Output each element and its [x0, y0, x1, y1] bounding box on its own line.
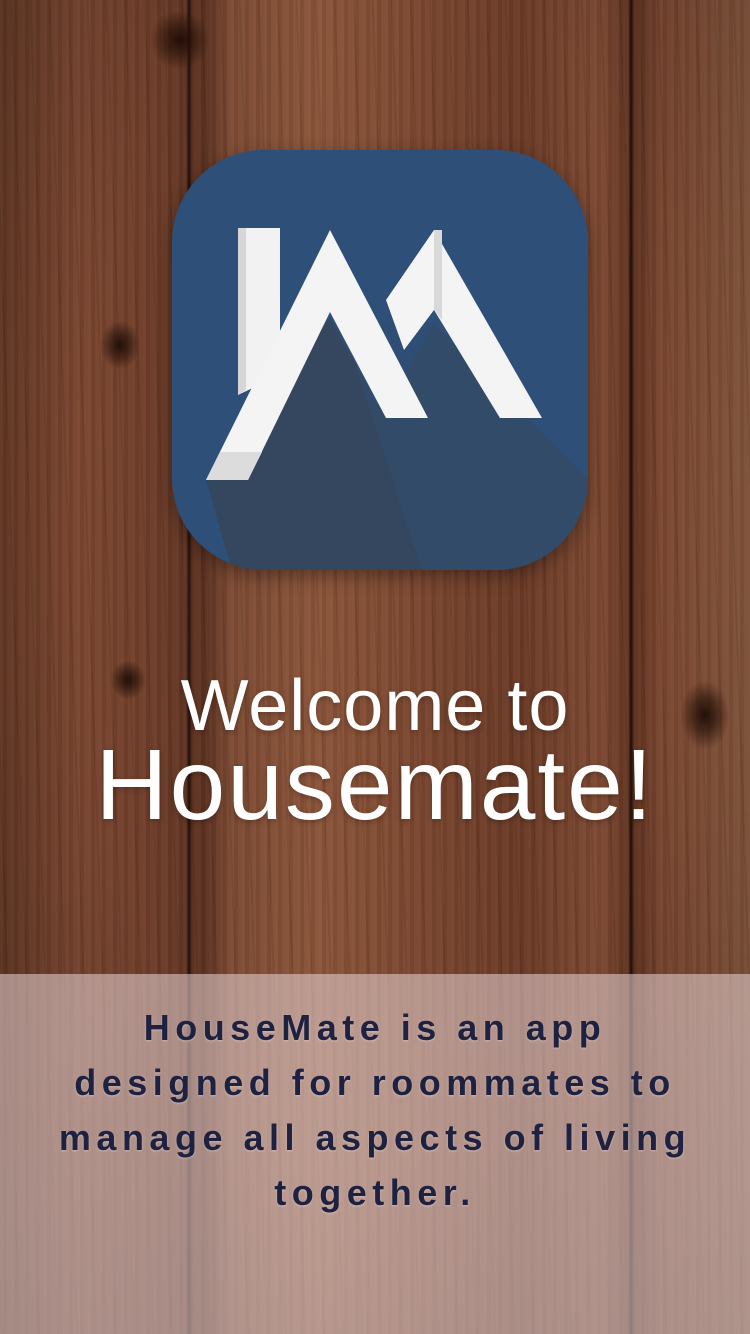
welcome-line-2: Housemate! — [95, 729, 655, 841]
app-description: HouseMate is an app designed for roommat… — [58, 1007, 692, 1213]
housemate-logo-icon — [172, 150, 588, 570]
